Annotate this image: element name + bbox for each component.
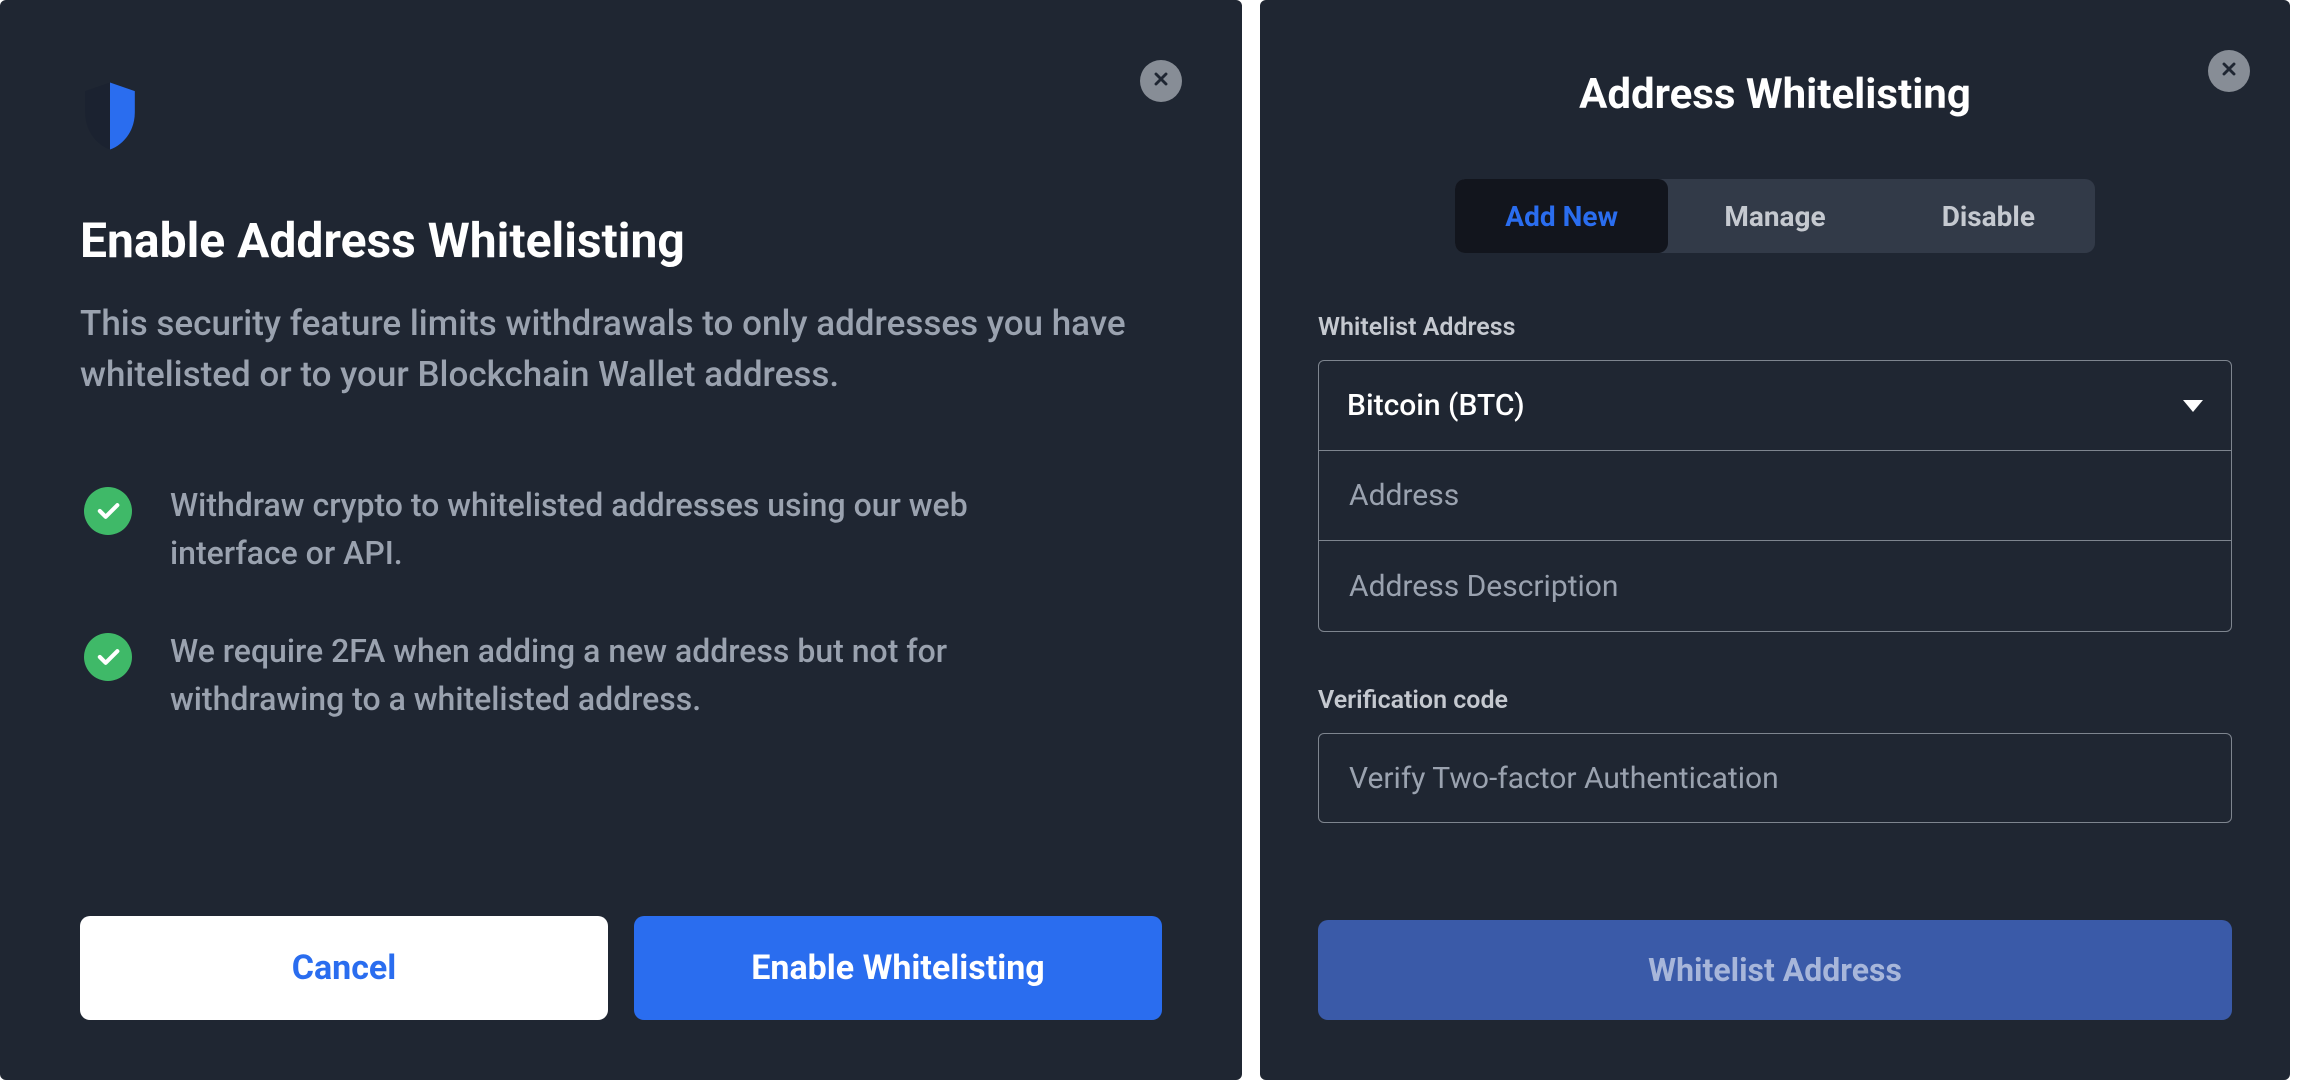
close-icon bbox=[1151, 69, 1171, 93]
tab-manage[interactable]: Manage bbox=[1668, 179, 1881, 253]
tab-disable[interactable]: Disable bbox=[1882, 179, 2095, 253]
tab-bar: Add New Manage Disable bbox=[1455, 179, 2095, 253]
whitelist-address-label: Whitelist Address bbox=[1318, 313, 2232, 342]
enable-whitelisting-modal: Enable Address Whitelisting This securit… bbox=[0, 0, 1242, 1080]
bullet-text: We require 2FA when adding a new address… bbox=[170, 627, 1050, 723]
address-description-input[interactable] bbox=[1347, 541, 2203, 631]
verification-code-input[interactable] bbox=[1347, 734, 2203, 822]
currency-selected-value: Bitcoin (BTC) bbox=[1347, 388, 1525, 423]
address-whitelisting-modal: Address Whitelisting Add New Manage Disa… bbox=[1260, 0, 2290, 1080]
close-button[interactable] bbox=[1140, 60, 1182, 102]
whitelist-address-button[interactable]: Whitelist Address bbox=[1318, 920, 2232, 1020]
modal-subtitle: This security feature limits withdrawals… bbox=[80, 299, 1162, 401]
close-icon bbox=[2219, 59, 2239, 83]
enable-whitelisting-button[interactable]: Enable Whitelisting bbox=[634, 916, 1162, 1020]
button-row: Cancel Enable Whitelisting bbox=[80, 916, 1162, 1020]
feature-bullet: Withdraw crypto to whitelisted addresses… bbox=[80, 481, 1162, 577]
chevron-down-icon bbox=[2183, 400, 2203, 412]
address-input[interactable] bbox=[1347, 451, 2203, 540]
feature-bullet: We require 2FA when adding a new address… bbox=[80, 627, 1162, 723]
verification-code-label: Verification code bbox=[1318, 686, 2232, 715]
tab-add-new[interactable]: Add New bbox=[1455, 179, 1668, 253]
shield-icon bbox=[80, 80, 1162, 152]
modal-title: Enable Address Whitelisting bbox=[80, 212, 1162, 269]
whitelist-input-group: Bitcoin (BTC) bbox=[1318, 360, 2232, 632]
cancel-button[interactable]: Cancel bbox=[80, 916, 608, 1020]
modal-title: Address Whitelisting bbox=[1318, 70, 2232, 119]
bullet-text: Withdraw crypto to whitelisted addresses… bbox=[170, 481, 1050, 577]
currency-select[interactable]: Bitcoin (BTC) bbox=[1319, 361, 2231, 451]
close-button[interactable] bbox=[2208, 50, 2250, 92]
check-icon bbox=[84, 633, 132, 681]
check-icon bbox=[84, 487, 132, 535]
